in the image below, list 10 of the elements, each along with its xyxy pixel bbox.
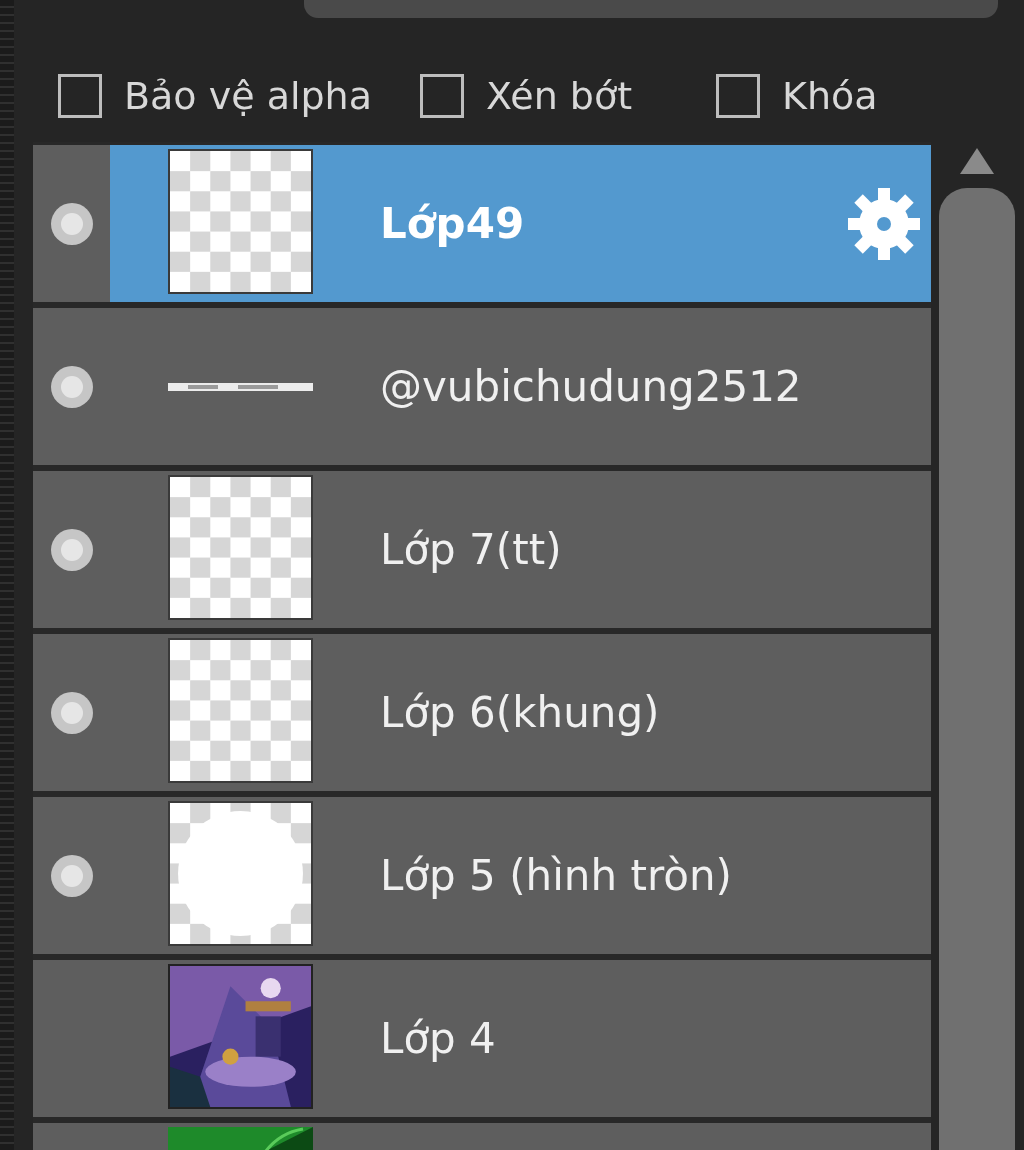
checkbox[interactable]: Bảo vệ alpha [58,67,372,125]
layer-row[interactable]: Lớp49 [110,145,931,302]
checkbox[interactable]: Xén bớt [419,67,633,125]
checkbox[interactable]: Khóa [716,67,878,125]
layer-name: Lớp 7(tt) [380,524,562,576]
layer-name: Lớp49 [380,198,525,250]
layer-name: Lớp 6(khung) [380,687,660,739]
layer-name: Lớp 5 (hình tròn) [380,850,732,902]
layer-name: @vubichudung2512 [380,361,802,413]
layer-name: Lớp 4 [380,1013,496,1065]
